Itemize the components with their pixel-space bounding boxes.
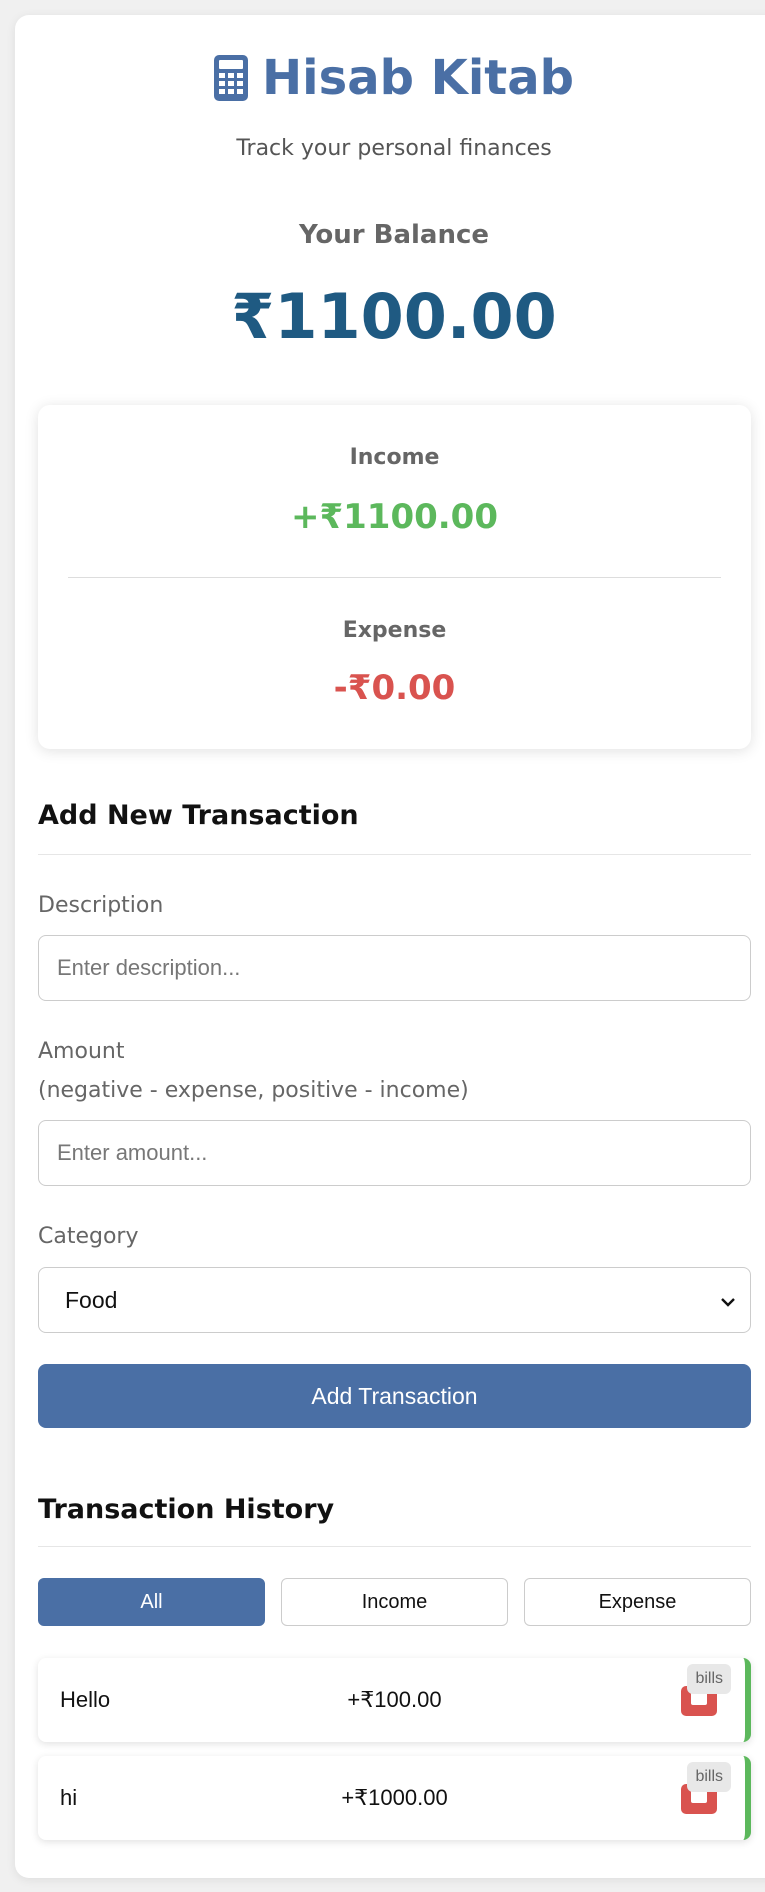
balance-amount: ₹1100.00	[231, 280, 557, 353]
transaction-item: hi +₹1000.00 bills	[38, 1756, 751, 1840]
amount-input[interactable]	[38, 1120, 751, 1186]
income-expense-summary: Income +₹1100.00 Expense -₹0.00	[38, 405, 751, 749]
add-transaction-button[interactable]: Add Transaction	[38, 1364, 751, 1428]
description-label: Description	[38, 893, 164, 918]
expense-label: Expense	[342, 618, 447, 643]
transaction-amount: +₹1000.00	[341, 1785, 448, 1810]
app-title: Hisab Kitab	[0, 50, 765, 106]
filter-income-button[interactable]: Income	[281, 1578, 508, 1626]
transaction-amount: +₹100.00	[347, 1687, 442, 1712]
expense-value: -₹0.00	[333, 668, 456, 708]
description-input[interactable]	[38, 935, 751, 1001]
filter-all-button[interactable]: All	[38, 1578, 265, 1626]
amount-label: Amount	[38, 1039, 125, 1064]
amount-hint: (negative - expense, positive - income)	[38, 1078, 469, 1103]
income-label: Income	[349, 445, 440, 470]
category-badge: bills	[687, 1762, 731, 1792]
filter-expense-button[interactable]: Expense	[524, 1578, 751, 1626]
chevron-down-icon	[720, 1287, 736, 1314]
section-divider	[38, 1546, 751, 1547]
income-value: +₹1100.00	[290, 497, 498, 537]
balance-label: Your Balance	[298, 220, 490, 250]
category-badge: bills	[687, 1664, 731, 1694]
transaction-item: Hello +₹100.00 bills	[38, 1658, 751, 1742]
category-label: Category	[38, 1224, 139, 1249]
add-transaction-heading: Add New Transaction	[38, 800, 359, 831]
transaction-history-heading: Transaction History	[38, 1494, 335, 1525]
calculator-icon	[214, 55, 248, 101]
section-divider	[38, 854, 751, 855]
summary-divider	[68, 577, 721, 578]
app-title-text: Hisab Kitab	[262, 50, 574, 106]
category-select[interactable]: Food	[38, 1267, 751, 1333]
category-selected-value: Food	[65, 1286, 118, 1313]
app-subtitle: Track your personal finances	[236, 136, 552, 161]
